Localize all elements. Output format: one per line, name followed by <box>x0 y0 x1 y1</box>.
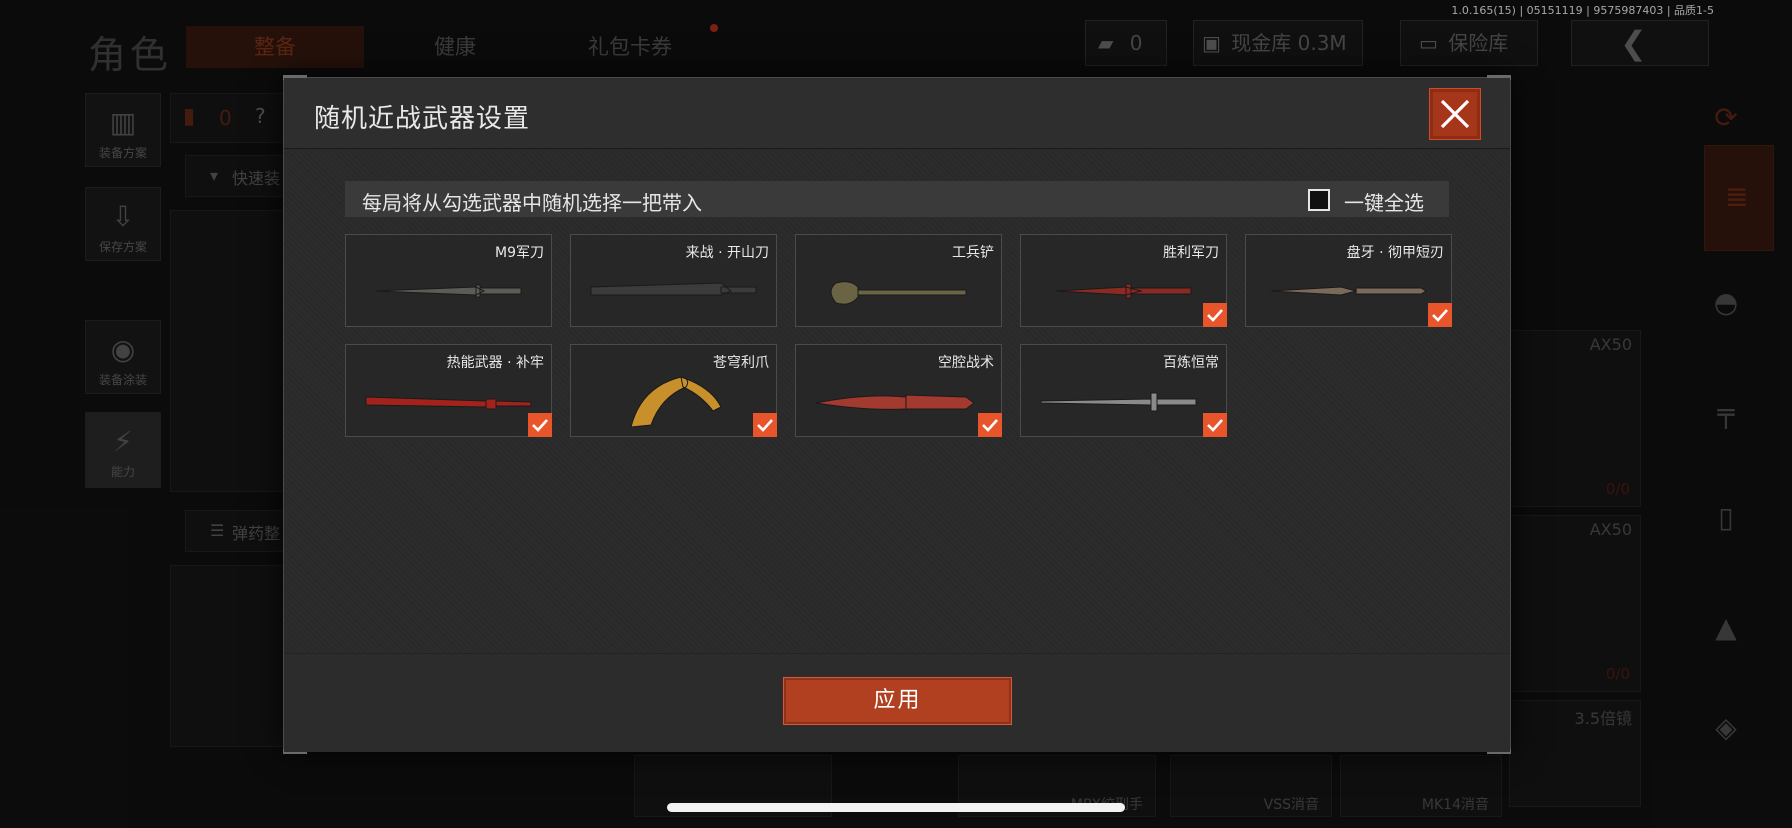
dialog-header: 随机近战武器设置 <box>284 78 1510 149</box>
weapon-card[interactable]: 来战 · 开山刀 <box>570 234 777 327</box>
checked-checkbox[interactable] <box>1203 303 1227 327</box>
checked-checkbox[interactable] <box>528 413 552 437</box>
weapon-image <box>590 282 757 296</box>
checkmark-icon <box>532 419 548 432</box>
checkmark-icon <box>1207 419 1223 432</box>
checkmark-icon <box>757 419 773 432</box>
checked-checkbox[interactable] <box>1203 413 1227 437</box>
apply-button[interactable]: 应用 <box>783 677 1012 725</box>
dialog-title: 随机近战武器设置 <box>314 104 531 134</box>
close-button[interactable] <box>1429 88 1481 140</box>
weapon-image <box>1270 286 1427 296</box>
weapon-image <box>1055 283 1192 299</box>
select-all-label: 一键全选 <box>1344 191 1424 215</box>
checkmark-icon <box>1432 309 1448 322</box>
info-text: 每局将从勾选武器中随机选择一把带入 <box>362 191 702 215</box>
weapon-card[interactable]: 百炼恒常 <box>1020 344 1227 437</box>
home-indicator[interactable] <box>667 803 1125 812</box>
checkmark-icon <box>1207 309 1223 322</box>
weapon-image <box>630 376 722 427</box>
weapon-card[interactable]: 热能武器 · 补牢 <box>345 344 552 437</box>
weapon-card[interactable]: 胜利军刀 <box>1020 234 1227 327</box>
checked-checkbox[interactable] <box>1428 303 1452 327</box>
weapon-card[interactable]: 盘牙 · 彻甲短刃 <box>1245 234 1452 327</box>
weapon-image <box>365 396 532 410</box>
weapon-image <box>830 281 967 305</box>
select-all-checkbox[interactable]: 一键全选 <box>1308 187 1432 215</box>
weapon-card[interactable]: 空腔战术 <box>795 344 1002 437</box>
close-icon <box>1440 99 1470 129</box>
weapon-image <box>815 394 975 410</box>
checked-checkbox[interactable] <box>753 413 777 437</box>
weapon-card[interactable]: M9军刀 <box>345 234 552 327</box>
checkbox-box <box>1308 189 1330 211</box>
weapon-image <box>375 284 522 298</box>
random-melee-settings-dialog: 随机近战武器设置 每局将从勾选武器中随机选择一把带入 一键全选 M9军刀 来战 ·… <box>283 75 1511 754</box>
checked-checkbox[interactable] <box>978 413 1002 437</box>
weapon-card[interactable]: 苍穹利爪 <box>570 344 777 437</box>
weapon-card[interactable]: 工兵铲 <box>795 234 1002 327</box>
checkmark-icon <box>982 419 998 432</box>
weapon-image <box>1040 392 1197 412</box>
info-bar: 每局将从勾选武器中随机选择一把带入 一键全选 <box>345 181 1449 217</box>
